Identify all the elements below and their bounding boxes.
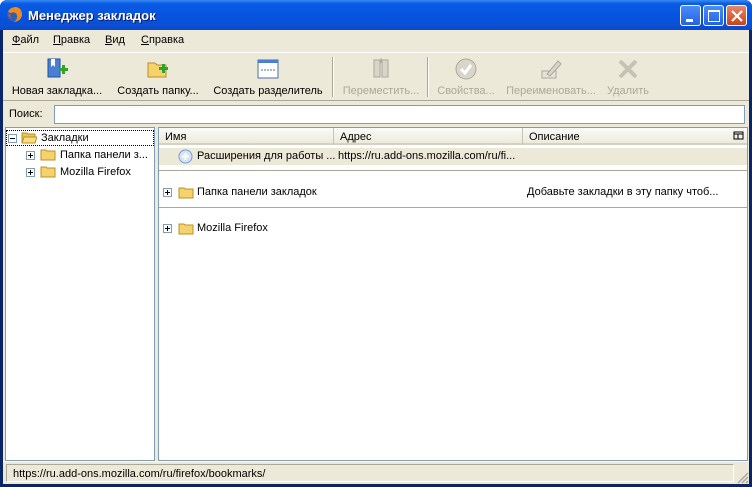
tree-item-bookmarks[interactable]: Закладки [6,130,154,146]
tree-item-mozilla-firefox[interactable]: Mozilla Firefox [6,164,154,180]
maximize-button[interactable] [703,5,724,26]
separator-row[interactable] [159,207,747,208]
bookmark-icon [178,149,193,164]
properties-label: Свойства... [437,85,495,97]
menu-help-label: правка [148,34,185,46]
search-input[interactable] [54,105,745,124]
new-separator-label: Создать разделитель [213,85,323,97]
list-row[interactable]: Папка панели закладок Добавьте закладки … [159,184,747,201]
tree-item-toolbar-folder[interactable]: Папка панели з... [6,147,154,163]
tree-label: Mozilla Firefox [60,166,131,178]
open-folder-icon [21,132,37,144]
folder-tree[interactable]: Закладки Папка панели з... Mozilla Firef… [5,127,155,461]
menu-view[interactable]: Вид [105,34,125,46]
checkmark-icon [455,58,477,80]
collapse-icon[interactable] [8,134,17,143]
expand-icon[interactable] [163,224,172,233]
new-folder-button[interactable]: Создать папку... [112,57,204,99]
column-address[interactable]: Адрес [334,128,523,145]
search-label: Поиск: [9,108,43,120]
bookmark-list[interactable]: Имя Адрес Описание Расширения для работы… [158,127,748,461]
search-bar: Поиск: [3,102,749,126]
new-folder-icon [147,62,168,78]
title-bar[interactable]: Менеджер закладок [0,0,752,30]
menu-file-label: айл [20,34,40,46]
toolbar: Новая закладка... Создать папку... Созда… [3,52,749,101]
menu-help[interactable]: Справка [141,34,184,46]
tree-label: Папка панели з... [60,149,148,161]
maximize-icon [708,10,720,22]
menu-edit-label: равка [60,34,91,46]
window-title: Менеджер закладок [28,8,156,23]
minimize-icon [686,19,693,22]
move-icon [373,58,389,78]
row-name: Расширения для работы ... [197,150,336,162]
new-separator-button[interactable]: Создать разделитель [208,57,328,99]
status-text: https://ru.add-ons.mozilla.com/ru/firefo… [13,468,266,480]
resize-grip-icon[interactable] [736,471,749,484]
list-row[interactable]: Mozilla Firefox [159,220,747,237]
column-header: Имя Адрес Описание [159,128,747,145]
menu-edit[interactable]: Правка [53,34,90,46]
minimize-button[interactable] [680,5,701,26]
folder-icon [178,187,194,199]
separator-row[interactable] [159,170,747,171]
menu-file[interactable]: Файл [12,34,39,46]
close-icon [731,10,743,22]
close-button[interactable] [726,5,747,26]
menu-view-label: ид [112,34,125,46]
delete-label: Удалить [607,85,649,97]
row-name: Mozilla Firefox [197,222,268,234]
new-folder-label: Создать папку... [117,85,199,97]
firefox-icon [7,7,22,22]
column-picker-icon[interactable] [733,130,745,142]
new-bookmark-button[interactable]: Новая закладка... [7,57,107,99]
column-description[interactable]: Описание [523,128,733,145]
expand-icon[interactable] [163,188,172,197]
new-bookmark-icon [47,58,68,78]
rename-button[interactable]: Переименовать... [503,57,599,99]
new-bookmark-label: Новая закладка... [11,85,103,97]
menu-bar: Файл Правка Вид Справка [3,30,749,52]
list-row[interactable]: Расширения для работы ... https://ru.add… [159,148,747,165]
expand-icon[interactable] [26,151,35,160]
folder-icon [40,166,56,178]
move-label: Переместить... [342,85,420,97]
new-separator-icon [257,59,279,79]
properties-button[interactable]: Свойства... [431,57,501,99]
tree-label: Закладки [41,132,89,144]
row-name: Папка панели закладок [197,186,317,198]
move-button[interactable]: Переместить... [337,57,425,99]
folder-icon [40,149,56,161]
pencil-icon [541,60,562,79]
delete-button[interactable]: Удалить [603,57,653,99]
status-panel: https://ru.add-ons.mozilla.com/ru/firefo… [6,464,734,482]
expand-icon[interactable] [26,168,35,177]
column-name[interactable]: Имя [159,128,334,145]
bookmark-manager-window: Менеджер закладок Файл Правка Вид Справк… [0,0,752,487]
row-address: https://ru.add-ons.mozilla.com/ru/fi... [338,150,516,162]
delete-x-icon [618,59,638,79]
toolbar-separator [332,57,334,97]
folder-icon [178,223,194,235]
rename-label: Переименовать... [506,85,596,97]
toolbar-separator [427,57,429,97]
status-bar: https://ru.add-ons.mozilla.com/ru/firefo… [3,461,749,484]
client-area: Файл Правка Вид Справка Новая закладка..… [3,30,749,484]
row-description: Добавьте закладки в эту папку чтоб... [527,186,719,198]
